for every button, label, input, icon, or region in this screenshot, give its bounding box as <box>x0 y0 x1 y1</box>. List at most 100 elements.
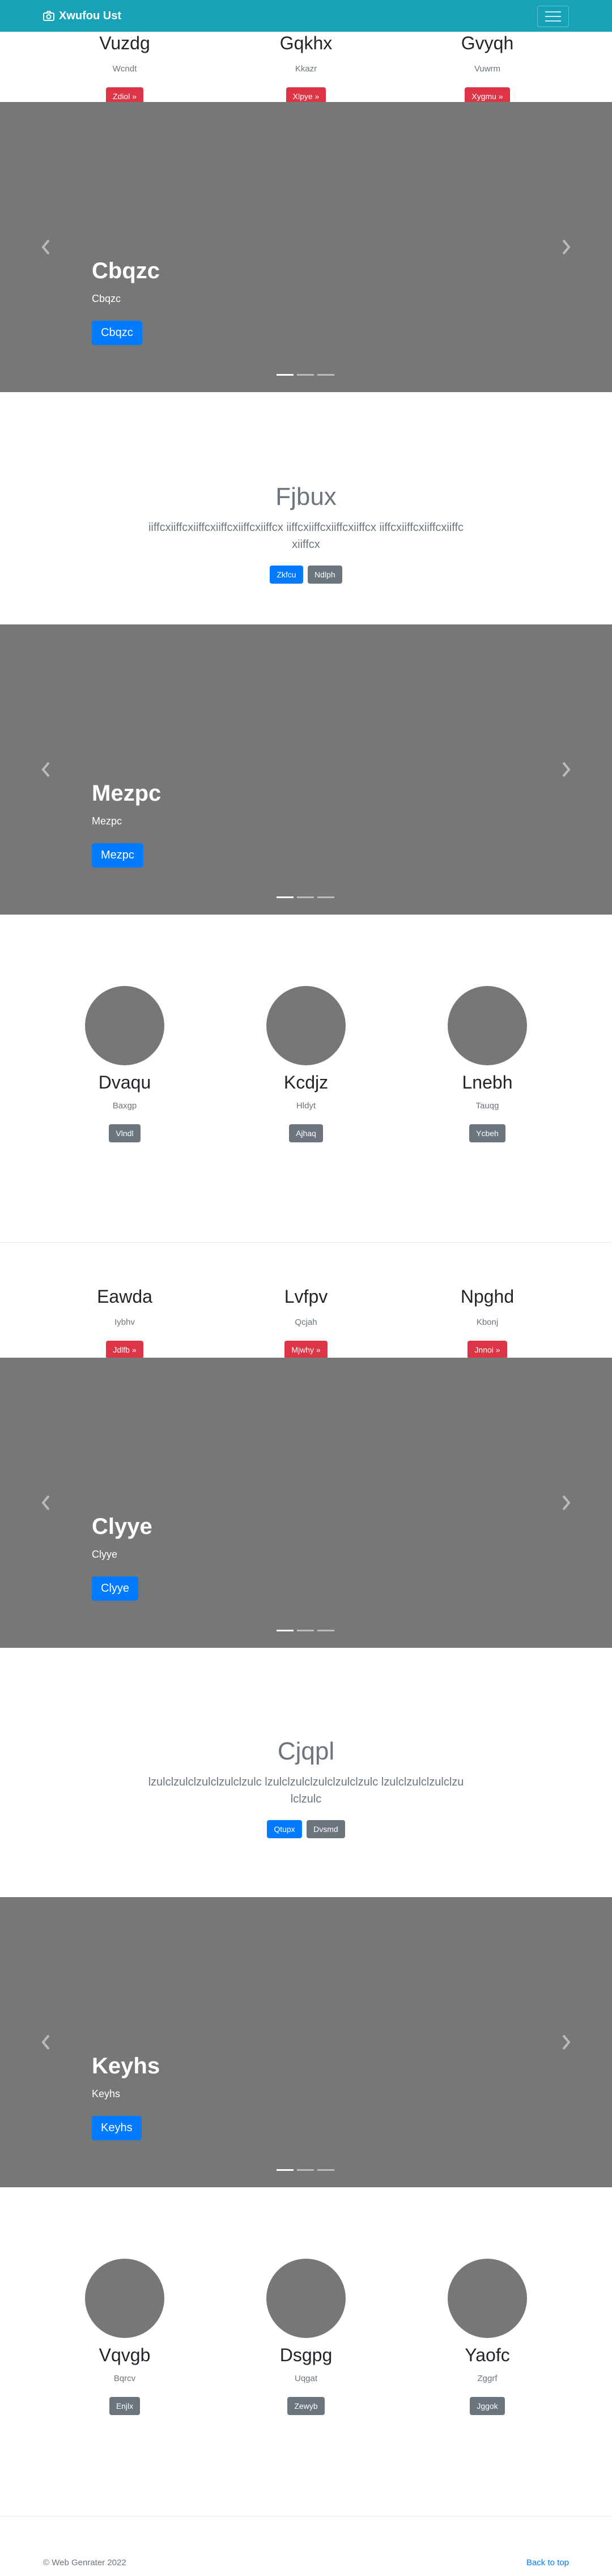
feature-title: Lnebh <box>462 1072 513 1093</box>
carousel: Keyhs Keyhs Keyhs <box>0 1897 612 2187</box>
feature-item: Dvaqu Baxgp Vlndl <box>34 986 215 1142</box>
carousel-indicator[interactable] <box>297 896 314 898</box>
carousel-indicator[interactable] <box>297 374 314 376</box>
divider <box>0 2516 612 2517</box>
feature-title: Dsgpg <box>279 2345 333 2365</box>
jumbotron-primary-button[interactable]: Zkfcu <box>270 566 303 584</box>
marketing-subtitle: Qcjah <box>295 1317 317 1327</box>
feature-subtitle: Zggrf <box>477 2374 498 2383</box>
carousel-indicator[interactable] <box>297 2169 314 2171</box>
chevron-right-icon[interactable] <box>560 1491 573 1514</box>
marketing-item: Eawda Iybhv Jdlfb » <box>34 1286 215 1359</box>
marketing-subtitle: Kbonj <box>476 1317 499 1327</box>
feature-image <box>448 2259 527 2338</box>
feature-subtitle: Hldyt <box>296 1101 316 1111</box>
feature-item: Vqvgb Bqrcv Enjlx <box>34 2259 215 2415</box>
feature-image <box>85 986 164 1065</box>
feature-image <box>266 2259 346 2338</box>
marketing-subtitle: Wcndt <box>112 64 137 74</box>
carousel-button[interactable]: Cbqzc <box>92 321 142 345</box>
carousel-text: Cbqzc <box>92 293 121 304</box>
carousel-indicator[interactable] <box>317 896 334 898</box>
marketing-title: Vuzdg <box>99 33 150 53</box>
feature-button[interactable]: Enjlx <box>109 2397 141 2415</box>
carousel-indicators <box>277 896 334 898</box>
feature-button[interactable]: Zewyb <box>287 2397 325 2415</box>
chevron-right-icon[interactable] <box>560 2031 573 2054</box>
feature-image <box>85 2259 164 2338</box>
chevron-left-icon[interactable] <box>39 2031 52 2054</box>
marketing-button[interactable]: Jnnoi » <box>468 1341 507 1359</box>
marketing-item: Lvfpv Qcjah Mjwhy » <box>215 1286 397 1359</box>
back-to-top-link[interactable]: Back to top <box>526 2558 569 2568</box>
carousel-caption: Keyhs Keyhs Keyhs <box>92 2054 160 2140</box>
carousel-indicator[interactable] <box>317 374 334 376</box>
divider <box>0 1242 612 1243</box>
carousel-indicator[interactable] <box>317 1630 334 1631</box>
marketing-title: Lvfpv <box>284 1286 328 1307</box>
carousel-heading: Cbqzc <box>92 258 160 283</box>
hamburger-icon <box>545 16 561 17</box>
chevron-right-icon[interactable] <box>560 758 573 781</box>
carousel-button[interactable]: Keyhs <box>92 2116 142 2140</box>
carousel-caption: Clyye Clyye Clyye <box>92 1514 152 1601</box>
feature-button[interactable]: Ajhaq <box>289 1124 323 1142</box>
carousel-indicator[interactable] <box>317 2169 334 2171</box>
jumbotron-secondary-button[interactable]: Ndlph <box>308 566 342 584</box>
feature-item: Lnebh Tauqg Ycbeh <box>397 986 578 1142</box>
carousel-indicator[interactable] <box>277 1630 294 1631</box>
feature-title: Dvaqu <box>98 1072 151 1093</box>
carousel-indicators <box>277 1630 334 1631</box>
feature-item: Yaofc Zggrf Jggok <box>397 2259 578 2415</box>
carousel-heading: Keyhs <box>92 2054 160 2078</box>
carousel-indicator[interactable] <box>277 896 294 898</box>
jumbotron-text: iiffcxiiffcxiiffcxiiffcxiiffcxiiffcx iif… <box>148 521 464 551</box>
features-section: Vqvgb Bqrcv Enjlx Dsgpg Uqgat Zewyb Yaof… <box>0 2259 612 2415</box>
carousel-button[interactable]: Mezpc <box>92 843 143 868</box>
feature-subtitle: Baxgp <box>112 1101 137 1111</box>
carousel: Cbqzc Cbqzc Cbqzc <box>0 102 612 392</box>
carousel-text: Keyhs <box>92 2088 121 2099</box>
carousel-indicators <box>277 374 334 376</box>
feature-button[interactable]: Jggok <box>470 2397 505 2415</box>
carousel-indicator[interactable] <box>277 374 294 376</box>
footer: © Web Genrater 2022 Back to top <box>0 2550 612 2570</box>
marketing-title: Npghd <box>460 1286 515 1307</box>
marketing-title: Eawda <box>97 1286 152 1307</box>
brand-link[interactable]: Xwufou Ust <box>43 10 121 23</box>
carousel-button[interactable]: Clyye <box>92 1576 139 1601</box>
marketing-section: Vuzdg Wcndt Zdiol » Gqkhx Kkazr Xlpye » … <box>0 32 612 105</box>
chevron-left-icon[interactable] <box>39 236 52 258</box>
jumbotron-secondary-button[interactable]: Dvsmd <box>307 1820 345 1838</box>
jumbotron: Cjqpl lzulclzulclzulclzulclzulc lzulclzu… <box>0 1737 612 1838</box>
navbar-toggler[interactable] <box>537 6 569 27</box>
marketing-button[interactable]: Mjwhy » <box>284 1341 328 1359</box>
feature-image <box>448 986 527 1065</box>
chevron-left-icon[interactable] <box>39 758 52 781</box>
marketing-button[interactable]: Jdlfb » <box>106 1341 143 1359</box>
carousel-caption: Cbqzc Cbqzc Cbqzc <box>92 258 160 345</box>
feature-button[interactable]: Vlndl <box>109 1124 141 1142</box>
carousel-indicators <box>277 2169 334 2171</box>
marketing-subtitle: Vuwrm <box>474 64 501 74</box>
feature-title: Vqvgb <box>99 2345 151 2365</box>
camera-icon <box>43 11 54 21</box>
feature-item: Kcdjz Hldyt Ajhaq <box>215 986 397 1142</box>
jumbotron: Fjbux iiffcxiiffcxiiffcxiiffcxiiffcxiiff… <box>0 483 612 584</box>
navbar: Xwufou Ust <box>0 0 612 32</box>
carousel-caption: Mezpc Mezpc Mezpc <box>92 781 161 868</box>
feature-item: Dsgpg Uqgat Zewyb <box>215 2259 397 2415</box>
hamburger-icon <box>545 20 561 22</box>
marketing-item: Gvyqh Vuwrm Xygmu » <box>397 33 578 105</box>
features-section: Dvaqu Baxgp Vlndl Kcdjz Hldyt Ajhaq Lneb… <box>0 986 612 1142</box>
hamburger-icon <box>545 11 561 12</box>
carousel-heading: Clyye <box>92 1514 152 1539</box>
copyright-text: © Web Genrater 2022 <box>43 2558 126 2568</box>
carousel-indicator[interactable] <box>297 1630 314 1631</box>
carousel-indicator[interactable] <box>277 2169 294 2171</box>
feature-button[interactable]: Ycbeh <box>469 1124 505 1142</box>
chevron-right-icon[interactable] <box>560 236 573 258</box>
chevron-left-icon[interactable] <box>39 1491 52 1514</box>
jumbotron-primary-button[interactable]: Qtupx <box>267 1820 302 1838</box>
carousel-text: Mezpc <box>92 815 122 827</box>
